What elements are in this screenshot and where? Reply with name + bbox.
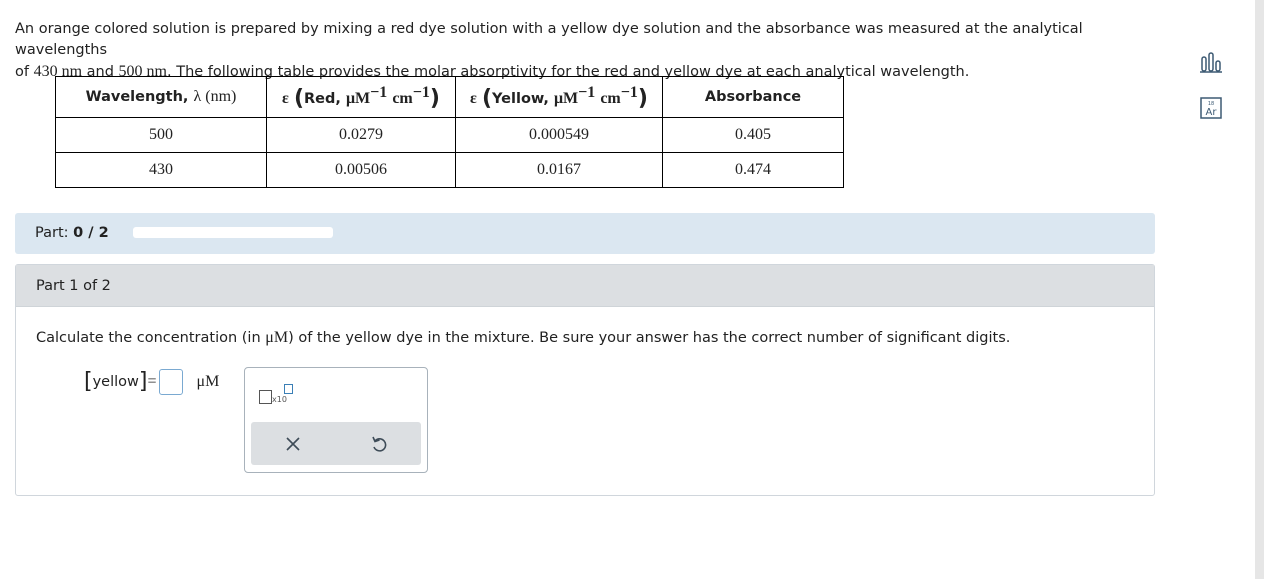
answer-row: [yellow]= μM xyxy=(84,369,219,399)
answer-unit: μM xyxy=(196,373,220,390)
cell-red: 0.0279 xyxy=(266,117,456,153)
bracket-open: [ xyxy=(84,369,93,394)
part-title: Part 1 of 2 xyxy=(36,278,111,294)
answer-input[interactable] xyxy=(158,369,183,395)
palette-actions xyxy=(251,422,421,465)
header-wavelength: Wavelength, λ (nm) xyxy=(55,76,267,118)
close-icon xyxy=(286,437,300,451)
periodic-table-button[interactable]: 18 Ar xyxy=(1196,93,1226,123)
exponent-box-icon xyxy=(284,384,293,394)
cell-absorbance: 0.405 xyxy=(662,117,844,153)
progress-track xyxy=(133,227,333,238)
header-absorbance: Absorbance xyxy=(662,76,844,118)
cell-absorbance: 0.474 xyxy=(662,152,844,188)
intro-line-1: An orange colored solution is prepared b… xyxy=(15,21,1083,58)
scientific-notation-button[interactable]: x10 xyxy=(259,382,299,408)
intro-line-2-pre: of xyxy=(15,64,34,80)
undo-button[interactable] xyxy=(366,431,392,457)
cell-yellow: 0.000549 xyxy=(455,117,663,153)
mantissa-box-icon xyxy=(259,390,272,404)
undo-icon xyxy=(372,436,387,452)
data-chart-icon xyxy=(1200,52,1222,73)
equals-sign: = xyxy=(147,373,157,390)
part-progress-label: Part: 0 / 2 xyxy=(35,225,109,241)
clear-button[interactable] xyxy=(280,431,306,457)
cell-yellow: 0.0167 xyxy=(455,152,663,188)
x10-label: x10 xyxy=(272,395,287,404)
cell-red: 0.00506 xyxy=(266,152,456,188)
question-text: Calculate the concentration (in μM) of t… xyxy=(36,329,1011,346)
part-progress-value: 0 / 2 xyxy=(73,225,109,241)
cell-wavelength: 430 xyxy=(55,152,267,188)
absorptivity-table: Wavelength, λ (nm) ε (Red, μM−1 cm−1) ε … xyxy=(55,76,844,188)
part-card: Part 1 of 2 Calculate the concentration … xyxy=(15,264,1155,496)
data-chart-button[interactable] xyxy=(1196,47,1226,77)
table-row: 500 0.0279 0.000549 0.405 xyxy=(55,117,844,153)
answer-variable: yellow xyxy=(92,374,139,390)
problem-statement: An orange colored solution is prepared b… xyxy=(15,19,1155,83)
cell-wavelength: 500 xyxy=(55,117,267,153)
part-header: Part 1 of 2 xyxy=(16,265,1154,307)
table-row: 430 0.00506 0.0167 0.474 xyxy=(55,152,844,188)
table-header-row: Wavelength, λ (nm) ε (Red, μM−1 cm−1) ε … xyxy=(55,76,844,118)
header-epsilon-red: ε (Red, μM−1 cm−1) xyxy=(266,76,456,118)
part-progress-bar: Part: 0 / 2 xyxy=(15,213,1155,254)
header-epsilon-yellow: ε (Yellow, μM−1 cm−1) xyxy=(455,76,663,118)
periodic-table-icon: 18 Ar xyxy=(1200,97,1222,119)
math-palette: x10 xyxy=(244,367,428,473)
vertical-scrollbar[interactable] xyxy=(1255,0,1264,579)
periodic-symbol: Ar xyxy=(1206,107,1218,118)
